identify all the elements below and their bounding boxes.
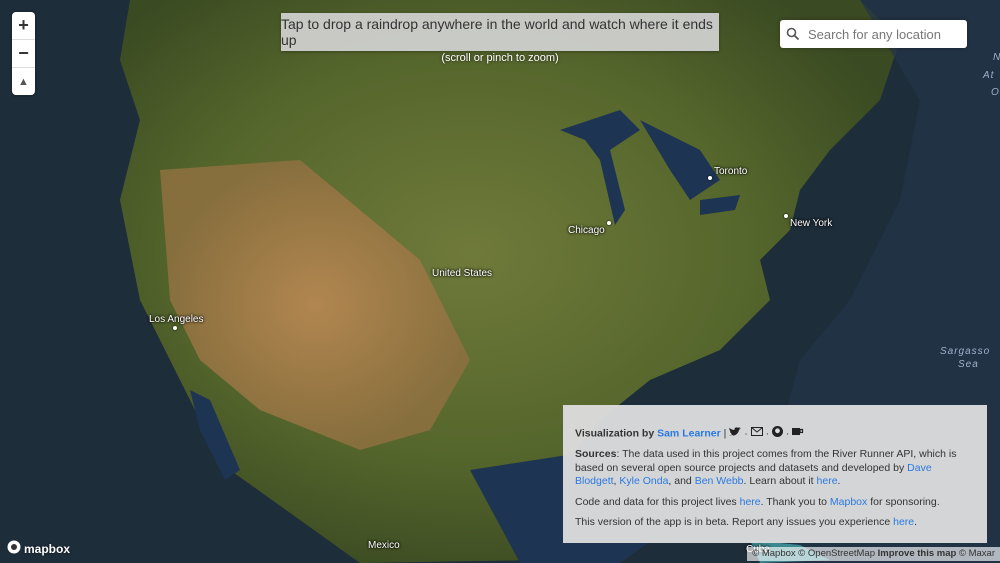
place-label-los-angeles: Los Angeles [149, 314, 204, 325]
sponsor-link[interactable]: Mapbox [830, 496, 867, 508]
improve-map-link[interactable]: Improve this map [878, 548, 957, 559]
author-link[interactable]: Sam Learner [657, 428, 721, 440]
place-label-chicago: Chicago [568, 225, 605, 236]
credit-line: Visualization by Sam Learner | · · · [575, 426, 975, 441]
place-label-united-states: United States [432, 268, 493, 279]
info-panel: Visualization by Sam Learner | · · · Sou… [563, 405, 987, 543]
search-input[interactable] [806, 25, 960, 43]
twitter-icon[interactable] [729, 426, 742, 441]
ocean-label-partial-2: At [983, 70, 995, 81]
map-attribution: © Mapbox © OpenStreetMap Improve this ma… [747, 547, 1000, 561]
coffee-icon[interactable] [792, 427, 804, 440]
mapbox-logo-icon [7, 540, 21, 557]
place-label-mexico: Mexico [368, 540, 400, 551]
viz-prefix: Visualization by [575, 427, 655, 440]
report-here-link[interactable]: here [893, 516, 914, 528]
zoom-out-button[interactable]: − [12, 40, 35, 68]
chicago-marker [607, 221, 611, 225]
zoom-hint: (scroll or pinch to zoom) [441, 52, 559, 64]
dev-link-2[interactable]: Kyle Onda [619, 475, 668, 487]
code-here-link[interactable]: here [740, 496, 761, 508]
learn-here-link[interactable]: here [817, 475, 838, 487]
place-label-new-york: New York [790, 218, 833, 229]
place-label-toronto: Toronto [714, 166, 748, 177]
location-search [780, 20, 967, 48]
github-icon[interactable] [771, 426, 783, 441]
mapbox-logo-text: mapbox [24, 541, 71, 556]
instruction-text: Tap to drop a raindrop anywhere in the w… [281, 16, 713, 48]
email-icon[interactable] [750, 427, 763, 440]
new-york-marker [784, 214, 788, 218]
zoom-controls: + − ▲ [12, 12, 35, 95]
los-angeles-marker [173, 326, 177, 330]
attrib-mapbox[interactable]: © Mapbox [752, 548, 795, 559]
sea-label-sargasso: Sargasso [940, 346, 991, 357]
instruction-banner: Tap to drop a raindrop anywhere in the w… [281, 13, 719, 51]
attrib-osm[interactable]: © OpenStreetMap [798, 548, 875, 559]
separator: | [723, 427, 727, 440]
attrib-maxar[interactable]: © Maxar [959, 548, 995, 559]
toronto-marker [708, 176, 712, 180]
sources-label: Sources [575, 448, 617, 461]
zoom-in-button[interactable]: + [12, 12, 35, 40]
compass-button[interactable]: ▲ [12, 68, 35, 95]
dev-link-3[interactable]: Ben Webb [695, 475, 744, 487]
ocean-label-partial-1: N [993, 52, 1000, 63]
ocean-label-partial-3: O [991, 87, 1000, 98]
sources-text: Sources: The data used in this project c… [575, 448, 957, 488]
search-icon [780, 27, 806, 41]
mapbox-logo[interactable]: mapbox [7, 540, 70, 557]
beta-text: This version of the app is in beta. Repo… [575, 516, 918, 529]
sources-body: : The data used in this project comes fr… [575, 448, 957, 474]
code-text: Code and data for this project lives her… [575, 495, 940, 508]
sea-label-sea: Sea [958, 359, 979, 370]
